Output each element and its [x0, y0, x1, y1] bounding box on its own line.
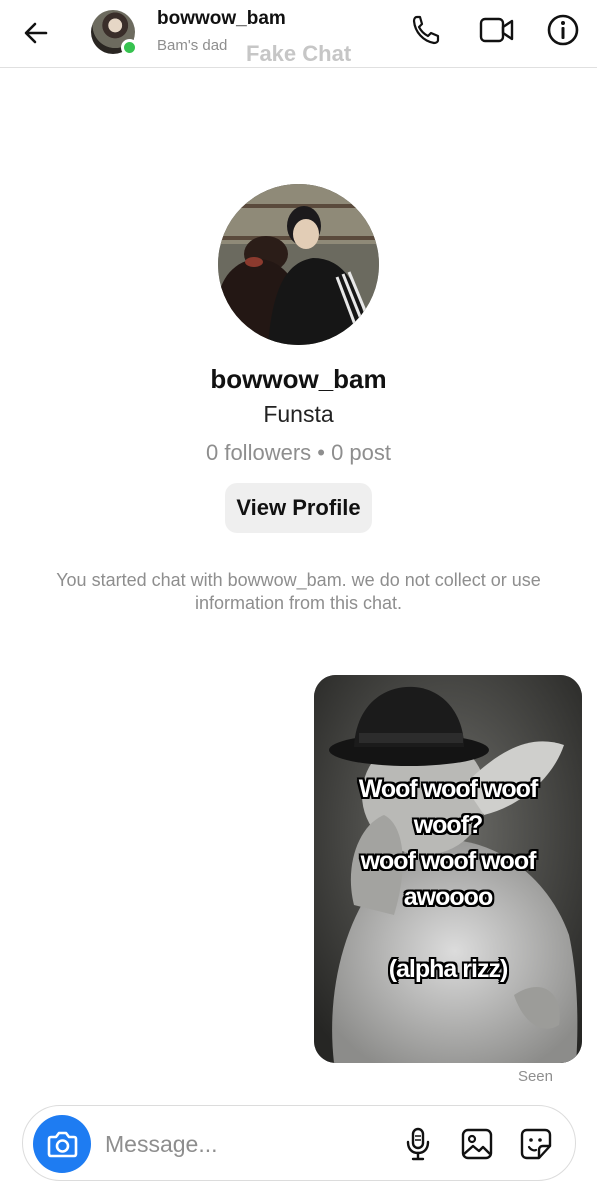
profile-photo[interactable]	[218, 184, 379, 345]
online-status-dot	[121, 39, 138, 56]
gallery-icon[interactable]	[460, 1126, 494, 1162]
message-caption: Woof woof woof woof? woof woof woof awoo…	[358, 775, 539, 983]
camera-button[interactable]	[33, 1115, 91, 1173]
phone-icon[interactable]	[410, 13, 442, 47]
back-arrow-icon[interactable]	[20, 16, 54, 50]
message-input[interactable]	[105, 1127, 385, 1161]
profile-name: bowwow_bam	[210, 364, 387, 394]
camera-icon	[47, 1131, 78, 1158]
chat-header: bowwow_bam Bam's dad Fake Chat	[0, 0, 597, 68]
info-icon[interactable]	[546, 13, 579, 47]
header-subtitle: Bam's dad	[157, 37, 228, 54]
chat-notice: You started chat with bowwow_bam. we do …	[56, 570, 541, 613]
sticker-icon[interactable]	[519, 1126, 553, 1162]
seen-status: Seen	[517, 1068, 553, 1085]
header-username[interactable]: bowwow_bam	[157, 8, 286, 30]
message-composer	[22, 1105, 576, 1181]
avatar[interactable]	[91, 10, 138, 56]
profile-stats: 0 followers • 0 post	[205, 440, 391, 465]
video-camera-icon[interactable]	[478, 13, 516, 47]
watermark: Fake Chat	[246, 41, 352, 66]
message-image[interactable]: Woof woof woof woof? woof woof woof awoo…	[314, 675, 582, 1063]
profile-bio: Funsta	[263, 401, 334, 427]
microphone-icon[interactable]	[401, 1126, 435, 1162]
view-profile-button[interactable]: View Profile	[225, 483, 372, 533]
